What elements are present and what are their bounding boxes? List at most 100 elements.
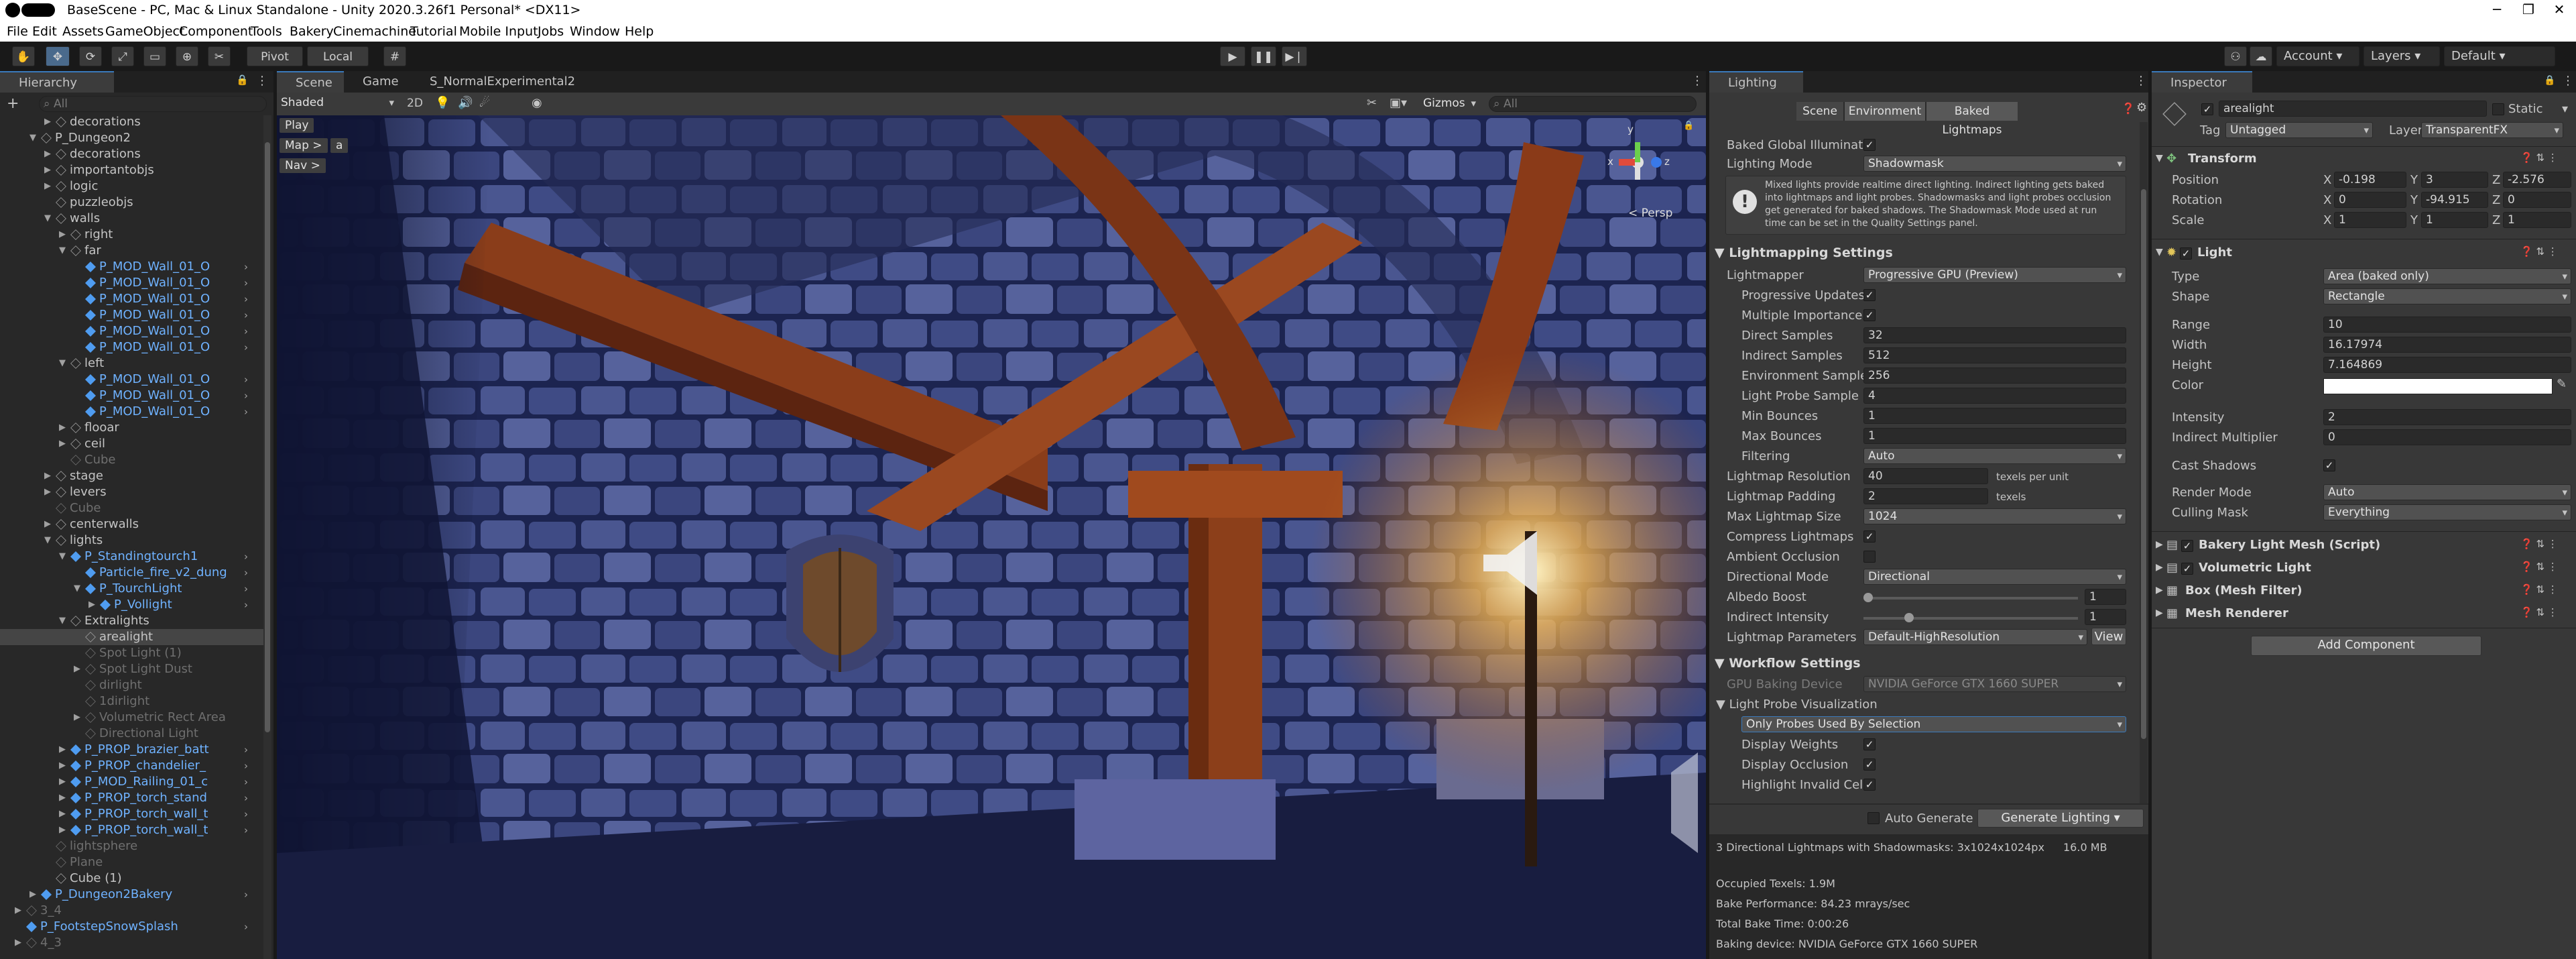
probe-vis-label[interactable]: ▼ Light Probe Visualization [1716,697,1878,712]
hierarchy-item[interactable]: ▶ Volumetric Rect Area [0,710,268,726]
prefab-open-arrow-icon[interactable]: › [244,806,248,822]
tools-icon[interactable]: ✂ [1367,96,1377,110]
map-overlay-button[interactable]: Map > [280,138,328,153]
menu-kebab-icon[interactable]: ⋮ [256,74,268,88]
generate-lighting-button[interactable]: Generate Lighting ▾ [1977,809,2144,828]
hierarchy-search-input[interactable]: ⌕ All [39,96,267,112]
foldout-expanded-icon[interactable]: ▼ [44,211,51,227]
rect-tool-icon[interactable]: ▭ [143,46,166,66]
foldout-collapsed-icon[interactable]: ▶ [44,468,51,484]
fx-toggle-icon[interactable]: ☄ [479,96,490,110]
foldout-expanded-icon[interactable]: ▼ [29,130,36,146]
prefab-open-arrow-icon[interactable]: › [244,758,248,774]
move-tool-icon[interactable]: ✥ [46,46,70,66]
prefab-open-arrow-icon[interactable]: › [244,404,248,420]
type-dropdown[interactable]: Area (baked only) [2323,268,2571,284]
inspector-menu-kebab-icon[interactable]: ⋮ [2562,74,2574,88]
hierarchy-item[interactable]: Spot Light (1) [0,645,268,661]
minimize-button[interactable]: ─ [2483,1,2510,19]
menu-file[interactable]: File [7,24,28,39]
prefab-open-arrow-icon[interactable]: › [244,887,248,903]
foldout-collapsed-icon[interactable]: ▶ [15,935,21,951]
layer-dropdown[interactable]: TransparentFX [2421,122,2563,138]
menu-mobile-input[interactable]: Mobile Input [459,24,538,39]
prefab-open-arrow-icon[interactable]: › [244,774,248,790]
foldout-collapsed-icon[interactable]: ▶ [88,597,95,613]
transform-header[interactable]: Transform [2188,152,2257,166]
hierarchy-item[interactable]: P_MOD_Wall_01_O › [0,275,268,291]
culling-dropdown[interactable]: Everything [2323,504,2571,520]
params-dropdown[interactable]: Default-HighResolution [1863,629,2087,645]
hierarchy-item[interactable]: ▶ Spot Light Dust [0,661,268,677]
prefab-open-arrow-icon[interactable]: › [244,275,248,291]
hierarchy-item[interactable]: ▶ P_PROP_torch_stand › [0,790,268,806]
scene-menu-kebab-icon[interactable]: ⋮ [1691,74,1703,88]
hierarchy-item[interactable]: P_MOD_Wall_01_O › [0,372,268,388]
probe-vis-dropdown[interactable]: Only Probes Used By Selection [1741,716,2126,732]
indirect-slider[interactable] [1863,613,2078,622]
pos-x-field[interactable]: -0.198 [2334,172,2406,188]
dir-mode-dropdown[interactable]: Directional [1863,569,2126,585]
menu-edit[interactable]: Edit [32,24,57,39]
foldout-collapsed-icon[interactable]: ▶ [15,903,21,919]
bakery-foldout-icon[interactable]: ▶ [2156,539,2163,550]
hierarchy-item[interactable]: ▼ P_Dungeon2 [0,130,268,146]
volumetric-enabled-checkbox[interactable]: ✓ [2181,563,2193,575]
tab-inspector[interactable]: Inspector [2152,71,2252,93]
account-dropdown[interactable]: Account ▾ [2276,46,2359,66]
hierarchy-item[interactable]: ▼ lights [0,532,268,549]
scl-x-field[interactable]: 1 [2334,212,2406,228]
foldout-collapsed-icon[interactable]: ▶ [59,758,66,774]
foldout-collapsed-icon[interactable]: ▶ [44,162,51,178]
component-volumetric-light[interactable]: ▶ ▤ ✓ Volumetric Light ❓ ⇅ ⋮ [2152,559,2576,579]
hierarchy-item[interactable]: Directional Light [0,726,268,742]
lightmapper-dropdown[interactable]: Progressive GPU (Preview) [1863,267,2126,283]
display-occlusion-checkbox[interactable]: ✓ [1863,758,1876,771]
light-header[interactable]: Light [2197,245,2232,260]
hierarchy-item[interactable]: P_MOD_Wall_01_O › [0,404,268,420]
prefab-open-arrow-icon[interactable]: › [244,549,248,565]
custom-tool-icon[interactable]: ✂ [208,46,231,66]
add-component-button[interactable]: Add Component [2251,636,2481,656]
compress-checkbox[interactable]: ✓ [1863,530,1876,543]
foldout-collapsed-icon[interactable]: ▶ [44,114,51,130]
cast-shadows-checkbox[interactable]: ✓ [2323,459,2335,471]
hierarchy-item[interactable]: ▶ P_MOD_Railing_01_c › [0,774,268,790]
scl-y-field[interactable]: 1 [2421,212,2488,228]
transform-tool-icon[interactable]: ⊕ [176,46,198,66]
play-overlay-button[interactable]: Play [280,118,314,133]
padding-field[interactable]: 2 [1863,488,1988,504]
hierarchy-item[interactable]: ▶ decorations [0,146,268,162]
lock-icon[interactable]: 🔒 [236,74,249,86]
camera-icon[interactable]: ▣▾ [1390,96,1407,110]
hierarchy-item[interactable]: P_MOD_Wall_01_O › [0,291,268,307]
foldout-collapsed-icon[interactable]: ▶ [59,436,66,452]
add-button[interactable]: + [7,95,19,112]
lighting-mode-dropdown[interactable]: Shadowmask [1863,156,2126,172]
view-button[interactable]: View [2091,628,2126,645]
auto-generate-checkbox[interactable] [1867,812,1880,824]
hierarchy-item[interactable]: ▶ right [0,227,268,243]
albedo-slider-handle[interactable] [1863,593,1873,602]
hierarchy-item[interactable]: arealight [0,629,268,645]
hierarchy-item[interactable]: ▼ walls [0,211,268,227]
menu-help[interactable]: Help [625,24,654,39]
width-field[interactable]: 16.17974 [2323,337,2571,353]
hierarchy-item[interactable]: ▶ centerwalls [0,516,268,532]
name-field[interactable]: arealight [2219,101,2487,117]
env-samples-field[interactable]: 256 [1863,368,2126,384]
component-mesh-filter[interactable]: ▶ ▦ Box (Mesh Filter) ❓ ⇅ ⋮ [2152,582,2576,602]
scl-z-field[interactable]: 1 [2503,212,2571,228]
map-a-button[interactable]: a [330,138,349,153]
rot-y-field[interactable]: -94.915 [2421,192,2488,208]
menu-window[interactable]: Window [570,24,620,39]
hierarchy-item[interactable]: ▶ P_PROP_torch_wall_t › [0,822,268,838]
maximize-button[interactable]: ❐ [2515,1,2542,19]
hierarchy-item[interactable]: ▶ P_PROP_chandelier_ › [0,758,268,774]
prefab-open-arrow-icon[interactable]: › [244,388,248,404]
hierarchy-item[interactable]: ▶ flooar [0,420,268,436]
pos-z-field[interactable]: -2.576 [2503,172,2571,188]
foldout-expanded-icon[interactable]: ▼ [44,532,51,549]
highlight-invalid-checkbox[interactable]: ✓ [1863,779,1876,791]
indirect-field[interactable]: 1 [2085,609,2126,625]
